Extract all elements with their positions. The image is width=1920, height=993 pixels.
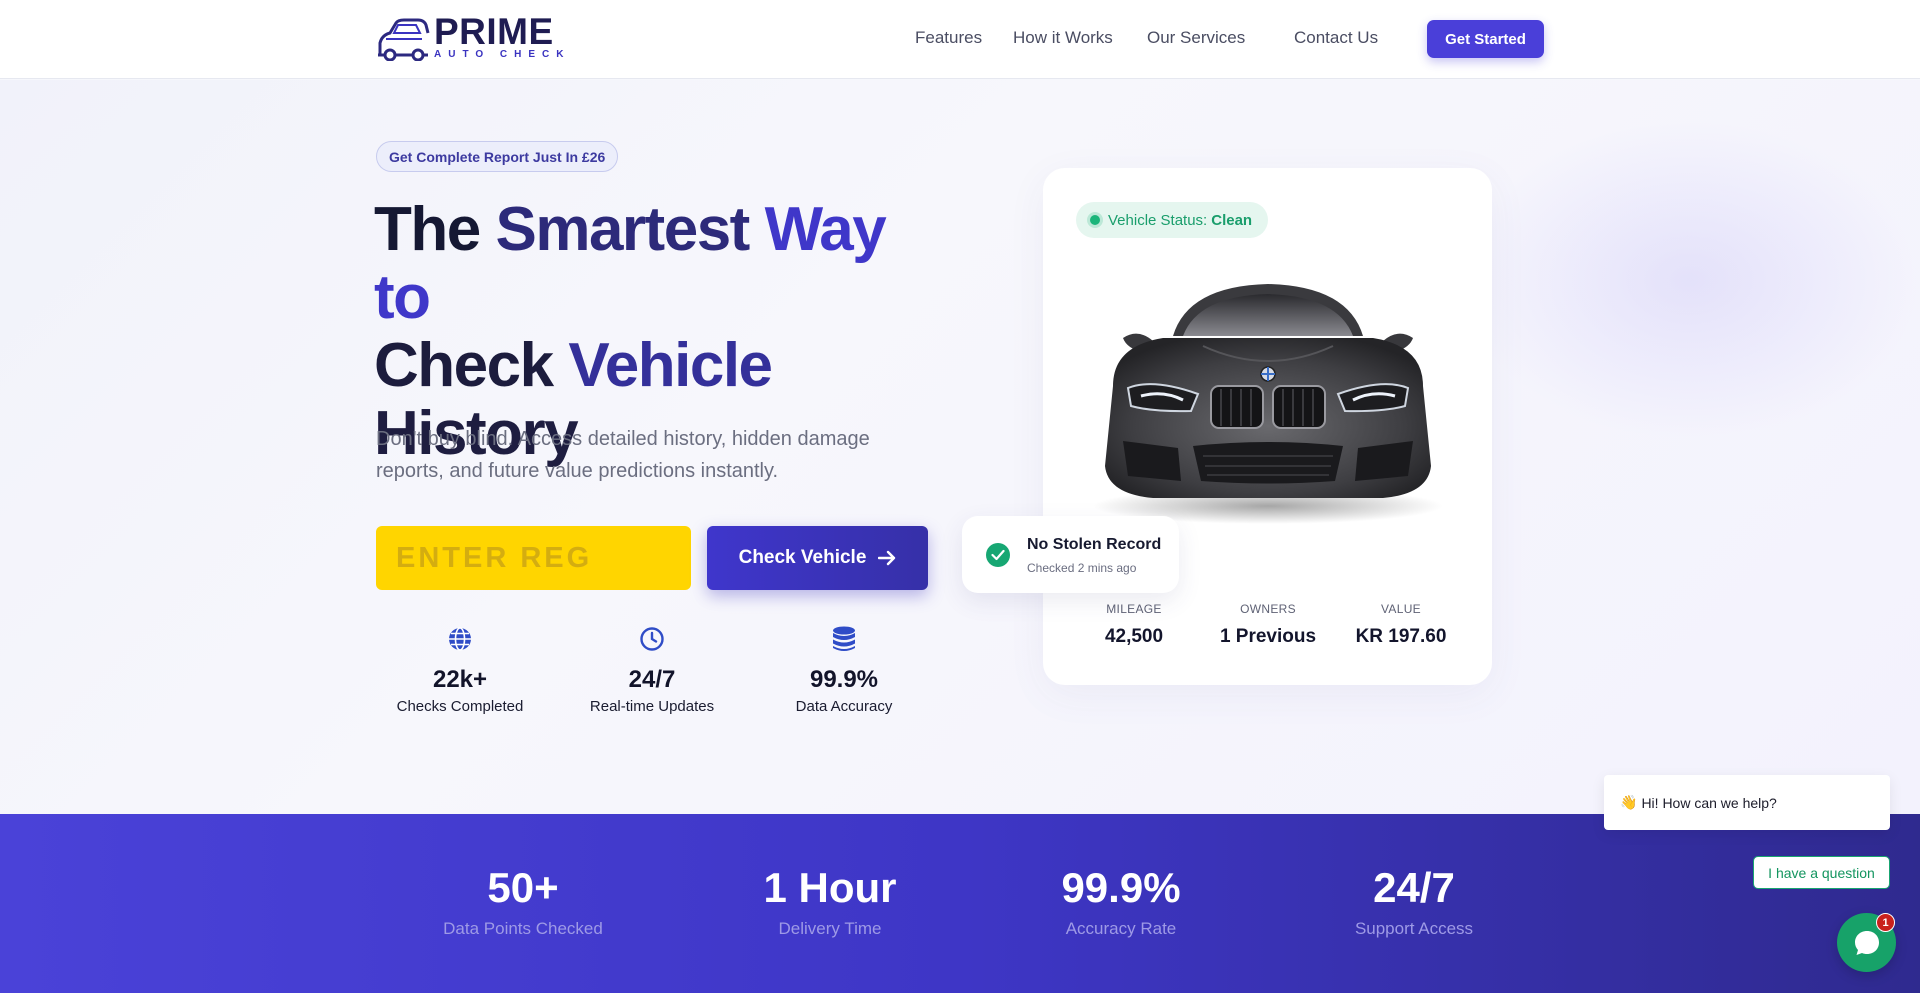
get-started-button[interactable]: Get Started [1427,20,1544,58]
band-stat-accuracy: 99.9% Accuracy Rate [1061,864,1181,938]
site-header: PRIME AUTO CHECK Features How it Works O… [0,0,1920,79]
nav-features[interactable]: Features [915,28,982,48]
band-stat-delivery: 1 Hour Delivery Time [763,864,897,938]
arrow-right-icon [878,550,896,566]
stats-band: 50+ Data Points Checked 1 Hour Delivery … [0,814,1920,993]
globe-icon [449,627,471,651]
stat-value: 24/7 [628,666,676,693]
stat-label: Checks Completed [396,698,524,715]
nav-contact-us[interactable]: Contact Us [1294,28,1378,48]
notification-badge: 1 [1876,913,1895,932]
no-stolen-record-card: No Stolen Record Checked 2 mins ago [962,516,1179,593]
nav-how-it-works[interactable]: How it Works [1013,28,1113,48]
status-value: Clean [1211,211,1253,229]
stat-checks: 22k+ Checks Completed [370,626,550,715]
wave-icon: 👋 [1620,794,1638,810]
stat-label: Real-time Updates [589,698,715,715]
logo[interactable]: PRIME AUTO CHECK [376,11,571,62]
hero-lead: Don't buy blind. Access detailed history… [376,428,870,482]
hero-section [0,80,1920,814]
logo-tagline: AUTO CHECK [434,49,571,60]
vehicle-card: Vehicle Status: Clean MILEAGE 42,500 OWN… [1043,168,1492,685]
metric-mileage: MILEAGE 42,500 [1104,602,1164,647]
car-image [1093,284,1443,524]
check-circle-icon [986,543,1010,567]
metric-owners: OWNERS 1 Previous [1219,602,1317,647]
stat-accuracy: 99.9% Data Accuracy [754,626,934,715]
chat-greeting-text: Hi! How can we help? [1641,794,1777,811]
status-dot-icon [1090,215,1100,225]
stat-updates: 24/7 Real-time Updates [562,626,742,715]
database-icon [833,626,855,651]
logo-wordmark: PRIME [434,11,554,52]
band-stat-support: 24/7 Support Access [1354,864,1474,938]
stolen-subtitle: Checked 2 mins ago [1027,561,1137,575]
chat-greeting-bubble[interactable]: 👋 Hi! How can we help? [1604,775,1890,830]
metric-value: VALUE KR 197.60 [1355,602,1447,647]
stolen-title: No Stolen Record [1027,536,1162,553]
vehicle-status-badge: Vehicle Status: Clean [1076,202,1269,238]
reg-input[interactable] [376,526,691,590]
have-a-question-button[interactable]: I have a question [1753,856,1890,889]
check-vehicle-button[interactable]: Check Vehicle [707,526,928,590]
chat-bubble-icon [1854,930,1879,955]
stat-label: Data Accuracy [795,698,893,715]
clock-icon [640,627,664,651]
price-badge: Get Complete Report Just In £26 [376,141,619,172]
car-logo-icon [378,18,430,61]
band-stat-data-points: 50+ Data Points Checked [443,864,603,938]
nav-our-services[interactable]: Our Services [1147,28,1245,48]
hero-glow [1460,120,1920,440]
status-label: Vehicle Status: [1108,211,1208,229]
stat-value: 99.9% [809,666,879,693]
stat-value: 22k+ [432,666,488,693]
check-vehicle-label: Check Vehicle [738,547,867,568]
